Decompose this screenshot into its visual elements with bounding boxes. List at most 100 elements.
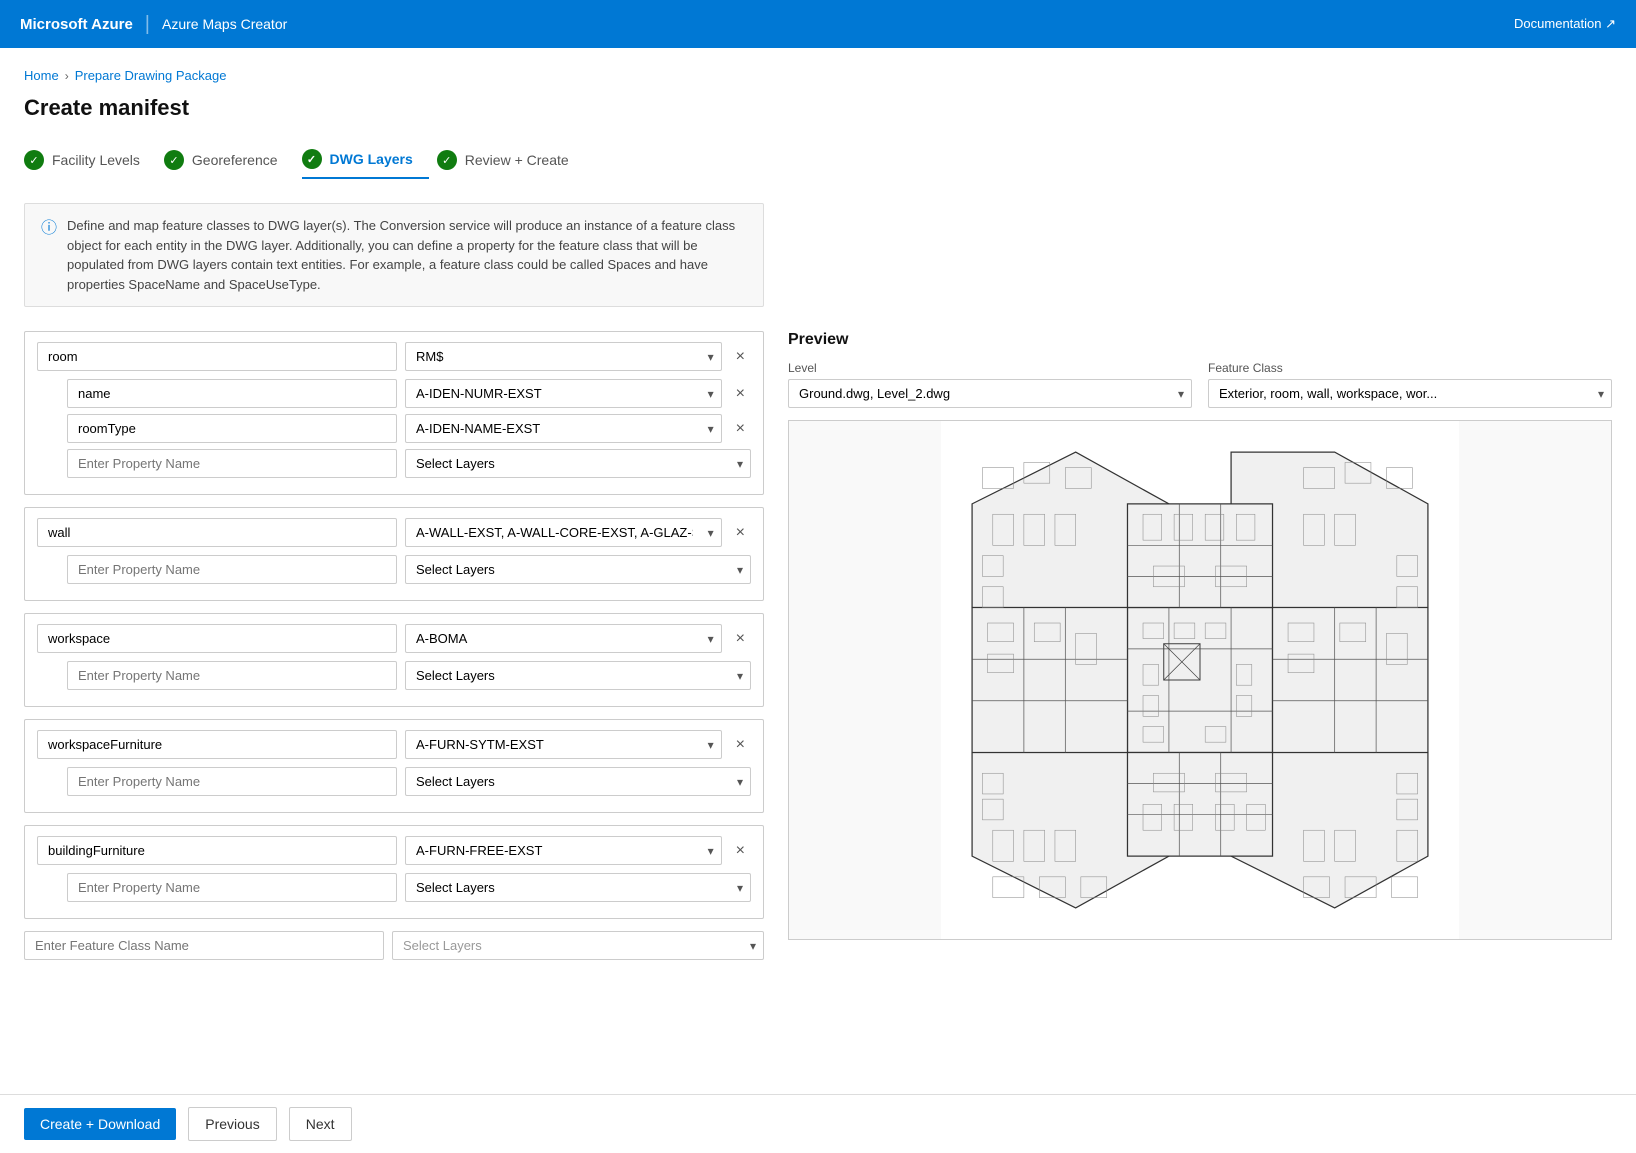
empty-feature-class-row: Select Layers: [24, 931, 764, 960]
next-button[interactable]: Next: [289, 1107, 352, 1141]
feature-class-buildingfurniture: A-FURN-FREE-EXST × Select Layers: [24, 825, 764, 919]
app-header: Microsoft Azure | Azure Maps Creator Doc…: [0, 0, 1636, 48]
fc-workspace-header-row: A-BOMA ×: [37, 624, 751, 653]
breadcrumb-home[interactable]: Home: [24, 68, 59, 83]
fc-workspacefurniture-layers-select-wrap: A-FURN-SYTM-EXST: [405, 730, 722, 759]
fc-workspacefurniture-header-row: A-FURN-SYTM-EXST ×: [37, 730, 751, 759]
prop-roomtype-close-btn[interactable]: ×: [730, 418, 751, 440]
header-left: Microsoft Azure | Azure Maps Creator: [20, 13, 287, 36]
prop-empty-name-input-wf[interactable]: [67, 767, 397, 796]
prop-empty-layers-wrap-bf: Select Layers: [405, 873, 751, 902]
preview-level-select[interactable]: Ground.dwg, Level_2.dwg: [788, 379, 1192, 408]
fc-workspacefurniture-close-btn[interactable]: ×: [730, 734, 751, 756]
footer: Create + Download Previous Next: [0, 1094, 1636, 1153]
app-name: Azure Maps Creator: [162, 16, 287, 32]
fc-workspace-layers-select-wrap: A-BOMA: [405, 624, 722, 653]
prop-empty-row-bf: Select Layers: [37, 873, 751, 902]
prop-empty-name-input-wall[interactable]: [67, 555, 397, 584]
fc-buildingfurniture-close-btn[interactable]: ×: [730, 840, 751, 862]
prop-roomtype-input[interactable]: [67, 414, 397, 443]
header-divider: |: [145, 13, 150, 36]
prop-empty-layers-select-room[interactable]: Select Layers: [405, 449, 751, 478]
fc-room-properties: A-IDEN-NUMR-EXST × A-IDEN-NAME-EXST: [37, 379, 751, 478]
previous-button[interactable]: Previous: [188, 1107, 276, 1141]
breadcrumb-separator: ›: [65, 69, 69, 83]
fc-wall-properties: Select Layers: [37, 555, 751, 584]
preview-feature-class-select[interactable]: Exterior, room, wall, workspace, wor...: [1208, 379, 1612, 408]
fc-workspace-properties: Select Layers: [37, 661, 751, 690]
fc-buildingfurniture-layers-select[interactable]: A-FURN-FREE-EXST: [405, 836, 722, 865]
feature-class-room: RM$ × A-IDEN-NUMR-EXST ×: [24, 331, 764, 495]
fc-workspace-name-input[interactable]: [37, 624, 397, 653]
prop-roomtype-layers-select[interactable]: A-IDEN-NAME-EXST: [405, 414, 722, 443]
prop-empty-row-wall: Select Layers: [37, 555, 751, 584]
step-dwg-layers[interactable]: ✓ DWG Layers: [302, 141, 429, 179]
step-georeference[interactable]: ✓ Georeference: [164, 142, 294, 178]
prop-empty-row-workspace: Select Layers: [37, 661, 751, 690]
step-review-create-icon: ✓: [437, 150, 457, 170]
fc-workspace-close-btn[interactable]: ×: [730, 628, 751, 650]
page-title: Create manifest: [24, 95, 1612, 121]
prop-name-layers-select[interactable]: A-IDEN-NUMR-EXST: [405, 379, 722, 408]
prop-empty-layers-select-wf[interactable]: Select Layers: [405, 767, 751, 796]
main-layout: RM$ × A-IDEN-NUMR-EXST ×: [24, 331, 1612, 972]
preview-level-group: Level Ground.dwg, Level_2.dwg: [788, 361, 1192, 408]
fc-buildingfurniture-properties: Select Layers: [37, 873, 751, 902]
prop-empty-layers-wrap-wf: Select Layers: [405, 767, 751, 796]
fc-room-layers-select[interactable]: RM$: [405, 342, 722, 371]
preview-feature-class-group: Feature Class Exterior, room, wall, work…: [1208, 361, 1612, 408]
steps-nav: ✓ Facility Levels ✓ Georeference ✓ DWG L…: [24, 141, 1612, 179]
info-text: Define and map feature classes to DWG la…: [67, 216, 747, 294]
fc-wall-header-row: A-WALL-EXST, A-WALL-CORE-EXST, A-GLAZ-SI…: [37, 518, 751, 547]
fc-workspacefurniture-layers-select[interactable]: A-FURN-SYTM-EXST: [405, 730, 722, 759]
empty-feature-class-layers-select[interactable]: Select Layers: [392, 931, 764, 960]
fc-room-name-input[interactable]: [37, 342, 397, 371]
brand-name: Microsoft Azure: [20, 16, 133, 33]
fc-buildingfurniture-name-input[interactable]: [37, 836, 397, 865]
preview-section: Preview Level Ground.dwg, Level_2.dwg Fe…: [788, 331, 1612, 940]
prop-empty-name-input-bf[interactable]: [67, 873, 397, 902]
prop-name-close-btn[interactable]: ×: [730, 383, 751, 405]
fc-wall-layers-select[interactable]: A-WALL-EXST, A-WALL-CORE-EXST, A-GLAZ-SI…: [405, 518, 722, 547]
feature-class-workspacefurniture: A-FURN-SYTM-EXST × Select Layers: [24, 719, 764, 813]
left-panel: RM$ × A-IDEN-NUMR-EXST ×: [24, 331, 764, 972]
fc-workspacefurniture-name-input[interactable]: [37, 730, 397, 759]
prop-roomtype-row: A-IDEN-NAME-EXST ×: [37, 414, 751, 443]
step-facility-levels[interactable]: ✓ Facility Levels: [24, 142, 156, 178]
step-review-create-label: Review + Create: [465, 152, 569, 168]
prop-name-layers-wrap: A-IDEN-NUMR-EXST: [405, 379, 722, 408]
preview-level-label: Level: [788, 361, 1192, 375]
prop-name-input[interactable]: [67, 379, 397, 408]
feature-class-workspace: A-BOMA × Select Layers: [24, 613, 764, 707]
preview-title: Preview: [788, 331, 1612, 349]
fc-workspace-layers-select[interactable]: A-BOMA: [405, 624, 722, 653]
content-wrapper: Home › Prepare Drawing Package Create ma…: [0, 48, 1636, 1153]
prop-empty-layers-wrap-room: Select Layers: [405, 449, 751, 478]
prop-empty-layers-select-bf[interactable]: Select Layers: [405, 873, 751, 902]
fc-room-close-btn[interactable]: ×: [730, 346, 751, 368]
fc-wall-layers-select-wrap: A-WALL-EXST, A-WALL-CORE-EXST, A-GLAZ-SI…: [405, 518, 722, 547]
prop-name-row: A-IDEN-NUMR-EXST ×: [37, 379, 751, 408]
step-facility-levels-label: Facility Levels: [52, 152, 140, 168]
step-georeference-label: Georeference: [192, 152, 278, 168]
prop-empty-name-input-workspace[interactable]: [67, 661, 397, 690]
step-dwg-layers-icon: ✓: [302, 149, 322, 169]
preview-feature-class-select-wrap: Exterior, room, wall, workspace, wor...: [1208, 379, 1612, 408]
fc-room-header-row: RM$ ×: [37, 342, 751, 371]
step-georeference-icon: ✓: [164, 150, 184, 170]
create-download-button[interactable]: Create + Download: [24, 1108, 176, 1140]
preview-level-select-wrap: Ground.dwg, Level_2.dwg: [788, 379, 1192, 408]
documentation-link[interactable]: Documentation ↗: [1514, 16, 1616, 32]
prop-empty-layers-select-wall[interactable]: Select Layers: [405, 555, 751, 584]
step-dwg-layers-label: DWG Layers: [330, 151, 413, 167]
step-facility-levels-icon: ✓: [24, 150, 44, 170]
step-review-create[interactable]: ✓ Review + Create: [437, 142, 585, 178]
fc-wall-name-input[interactable]: [37, 518, 397, 547]
fc-buildingfurniture-header-row: A-FURN-FREE-EXST ×: [37, 836, 751, 865]
fc-room-layers-select-wrap: RM$: [405, 342, 722, 371]
prop-empty-layers-select-workspace[interactable]: Select Layers: [405, 661, 751, 690]
empty-feature-class-layers-wrap: Select Layers: [392, 931, 764, 960]
empty-feature-class-name-input[interactable]: [24, 931, 384, 960]
fc-wall-close-btn[interactable]: ×: [730, 522, 751, 544]
prop-empty-name-input-room[interactable]: [67, 449, 397, 478]
